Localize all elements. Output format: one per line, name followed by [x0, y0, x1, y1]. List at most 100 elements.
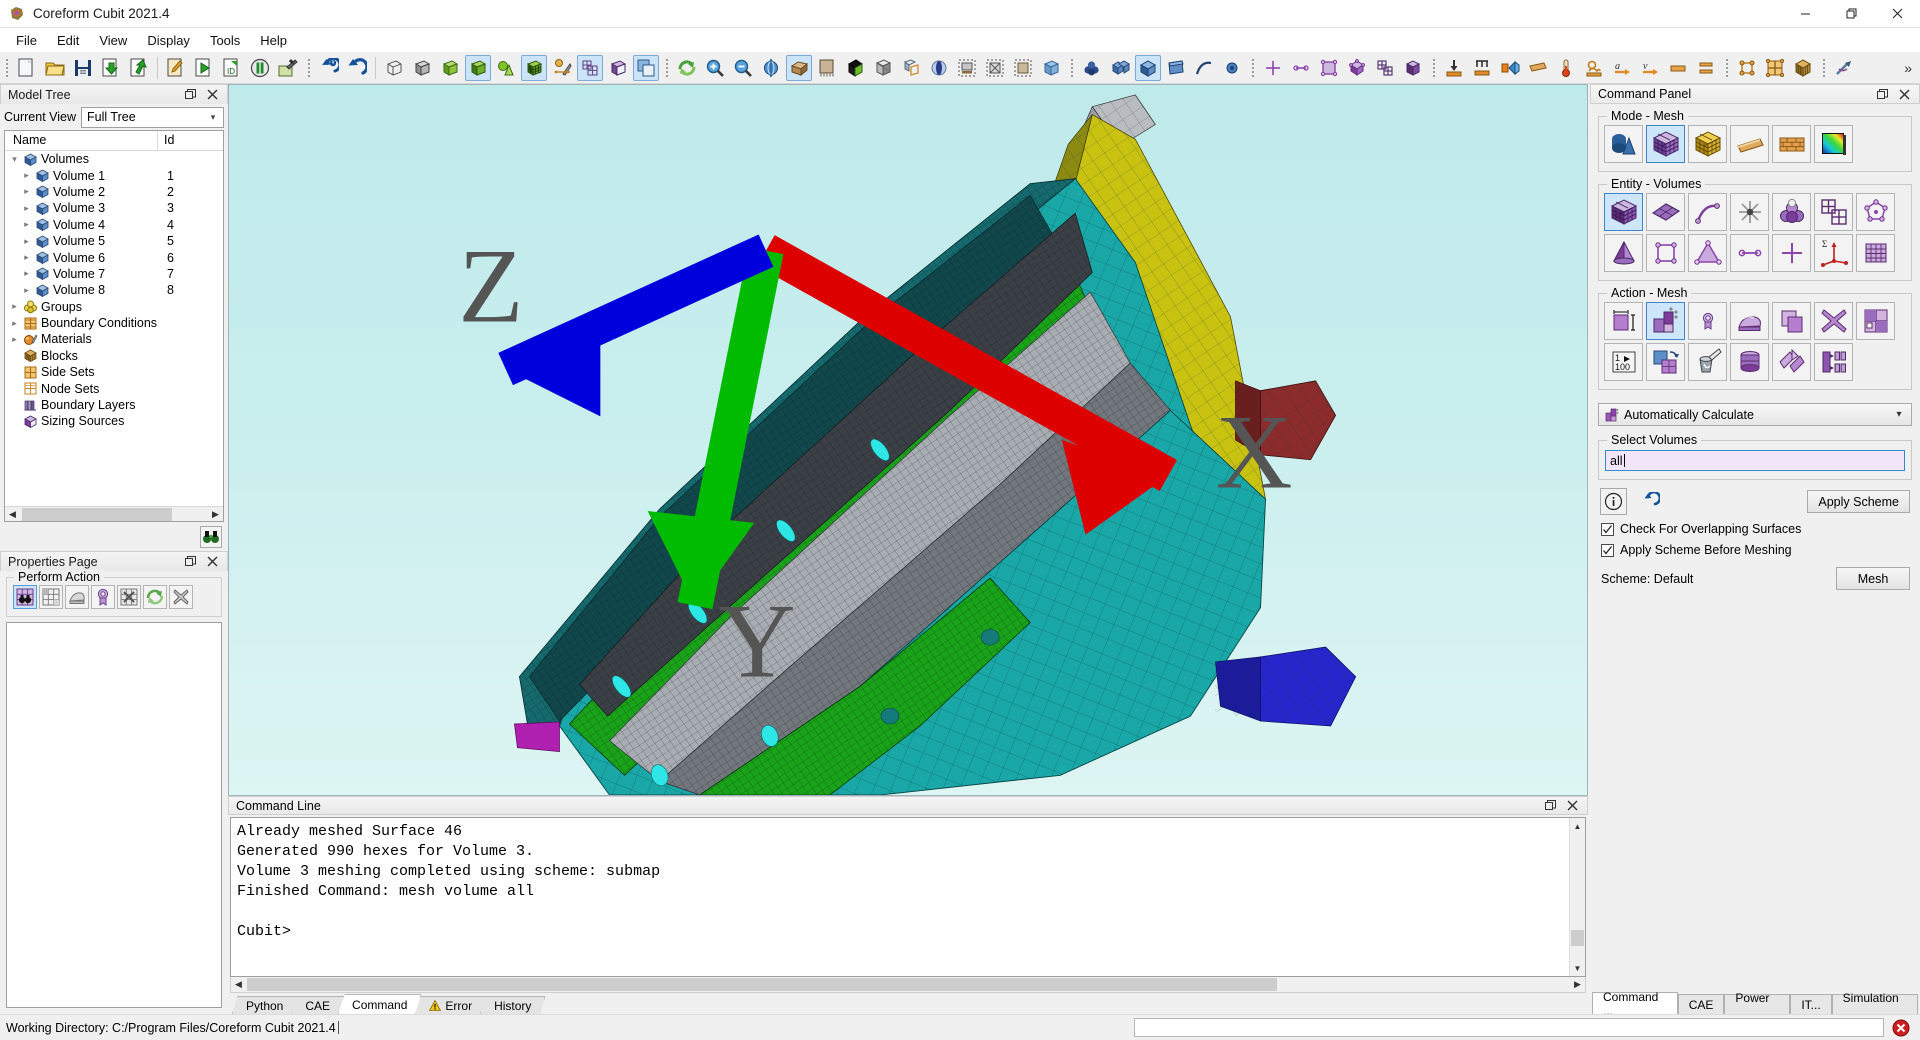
heatflux-icon[interactable] [1581, 55, 1607, 81]
menu-file[interactable]: File [6, 30, 47, 51]
minimize-button[interactable] [1782, 0, 1828, 28]
tree-item-side-sets[interactable]: Side Sets [5, 364, 223, 380]
toolbar-grip[interactable] [1068, 57, 1076, 79]
menu-display[interactable]: Display [137, 30, 200, 51]
console-hscroll-thumb[interactable] [247, 978, 1277, 991]
undock-icon[interactable] [1876, 88, 1889, 101]
undo-icon[interactable] [344, 55, 370, 81]
chevron-right-icon[interactable]: ▸ [8, 318, 21, 329]
reset-view-icon[interactable] [316, 55, 342, 81]
clip-plane-icon[interactable] [954, 55, 980, 81]
console-tab-error[interactable]: Error [415, 996, 486, 1014]
id-journal-icon[interactable]: ID [219, 55, 245, 81]
status-input-field[interactable] [1134, 1018, 1884, 1037]
quality-medal-icon[interactable] [91, 585, 115, 609]
mesh-gold-icon[interactable] [1688, 125, 1727, 163]
sideset-icon[interactable] [1762, 55, 1788, 81]
postprocess-icon[interactable] [1814, 125, 1853, 163]
face-icon[interactable] [1316, 55, 1342, 81]
materials-mode-icon[interactable] [1772, 125, 1811, 163]
properties-content-area[interactable] [6, 622, 222, 1008]
rotate-view-icon[interactable] [758, 55, 784, 81]
pause-icon[interactable] [247, 55, 273, 81]
force-icon[interactable] [1497, 55, 1523, 81]
tree-item-groups[interactable]: ▸Groups [5, 299, 223, 315]
scroll-right-icon[interactable]: ▶ [208, 509, 223, 520]
tree-item-volume-7[interactable]: ▸Volume 77 [5, 266, 223, 282]
apply-scheme-button[interactable]: Apply Scheme [1807, 490, 1910, 513]
edge-entity-icon[interactable] [1730, 234, 1769, 272]
close-icon[interactable] [206, 555, 219, 568]
velocity-icon[interactable]: v [1637, 55, 1663, 81]
vertex-icon[interactable] [1219, 55, 1245, 81]
temperature-icon[interactable] [1553, 55, 1579, 81]
hscroll-thumb[interactable] [22, 508, 172, 521]
tree-item-volume-4[interactable]: ▸Volume 44 [5, 217, 223, 233]
command-console[interactable]: Already meshed Surface 46 Generated 990 … [230, 817, 1586, 977]
tree-item-volume-5[interactable]: ▸Volume 55 [5, 233, 223, 249]
binoculars-icon[interactable] [200, 526, 222, 548]
refresh-view-icon[interactable] [674, 55, 700, 81]
body-icon[interactable] [1107, 55, 1133, 81]
tree-item-sizing-sources[interactable]: Sizing Sources [5, 413, 223, 429]
section-icon[interactable] [982, 55, 1008, 81]
chevron-right-icon[interactable]: ▸ [20, 186, 33, 197]
tree-item-volume-3[interactable]: ▸Volume 33 [5, 200, 223, 216]
pressure-icon[interactable] [1525, 55, 1551, 81]
paint-mesh-icon[interactable] [1688, 343, 1727, 381]
chevron-right-icon[interactable]: ▸ [20, 236, 33, 247]
toolbar-grip[interactable] [1723, 57, 1731, 79]
toolbar-grip[interactable] [305, 57, 313, 79]
grid-icon[interactable] [577, 55, 603, 81]
mesh-mode-icon[interactable] [1646, 125, 1685, 163]
mesh-display-icon[interactable] [521, 55, 547, 81]
maximize-button[interactable] [1828, 0, 1874, 28]
volume-entity-icon[interactable] [1604, 193, 1643, 231]
front-view-icon[interactable] [870, 55, 896, 81]
command-panel-tab-simulation[interactable]: Simulation ... [1832, 994, 1918, 1014]
tree-item-volume-8[interactable]: ▸Volume 88 [5, 282, 223, 298]
tree-item-volume-1[interactable]: ▸Volume 11 [5, 167, 223, 183]
vscroll-track[interactable] [1570, 834, 1585, 960]
scale-icon[interactable] [814, 55, 840, 81]
tree-item-volumes[interactable]: ▾Volumes [5, 151, 223, 167]
zoom-in-icon[interactable] [702, 55, 728, 81]
group-icon[interactable] [1079, 55, 1105, 81]
apply-scheme-before-checkbox[interactable] [1601, 544, 1614, 557]
chevron-right-icon[interactable]: ▸ [20, 170, 33, 181]
tree-hscrollbar[interactable]: ◀ ▶ [5, 506, 223, 521]
mesh-quality-icon[interactable] [39, 585, 63, 609]
nodeset-icon[interactable] [1734, 55, 1760, 81]
displacement-icon[interactable] [1441, 55, 1467, 81]
scroll-up-icon[interactable]: ▲ [1570, 818, 1585, 834]
sweep-mesh-icon[interactable] [1730, 343, 1769, 381]
toolbar-grip[interactable] [1249, 57, 1257, 79]
select-volumes-input[interactable]: all [1605, 450, 1905, 471]
console-tab-cae[interactable]: CAE [291, 996, 344, 1014]
geometry-mode-icon[interactable] [1604, 125, 1643, 163]
perspective-icon[interactable] [786, 55, 812, 81]
toolbar-grip[interactable] [663, 57, 671, 79]
vertex-entity-icon[interactable] [1730, 193, 1769, 231]
mesh-columns-icon[interactable] [1814, 343, 1853, 381]
command-panel-tab-cae[interactable]: CAE [1678, 994, 1725, 1014]
tree-item-boundary-layers[interactable]: Boundary Layers [5, 397, 223, 413]
check-overlapping-checkbox[interactable] [1601, 523, 1614, 536]
console-tab-command[interactable]: Command [338, 994, 421, 1014]
console-vscrollbar[interactable]: ▲ ▼ [1569, 818, 1585, 976]
shaded-icon[interactable] [465, 55, 491, 81]
copy-mesh-icon[interactable] [1772, 302, 1811, 340]
play-journal-icon[interactable] [191, 55, 217, 81]
scroll-left-icon[interactable]: ◀ [5, 509, 20, 520]
tree-item-materials[interactable]: ▸Materials [5, 331, 223, 347]
block-cube-icon[interactable] [1790, 55, 1816, 81]
toolbar-overflow-button[interactable]: » [1896, 60, 1920, 76]
mesh-scheme-icon[interactable] [1646, 302, 1685, 340]
close-icon[interactable] [1566, 799, 1579, 812]
check-overlapping-row[interactable]: Check For Overlapping Surfaces [1601, 522, 1918, 536]
interval-count-icon[interactable]: 1100 [1604, 343, 1643, 381]
command-panel-tab-command[interactable]: Command ... [1592, 992, 1678, 1014]
save-icon[interactable] [70, 55, 96, 81]
group-entity-icon[interactable] [1772, 193, 1811, 231]
element-icon[interactable] [1400, 55, 1426, 81]
